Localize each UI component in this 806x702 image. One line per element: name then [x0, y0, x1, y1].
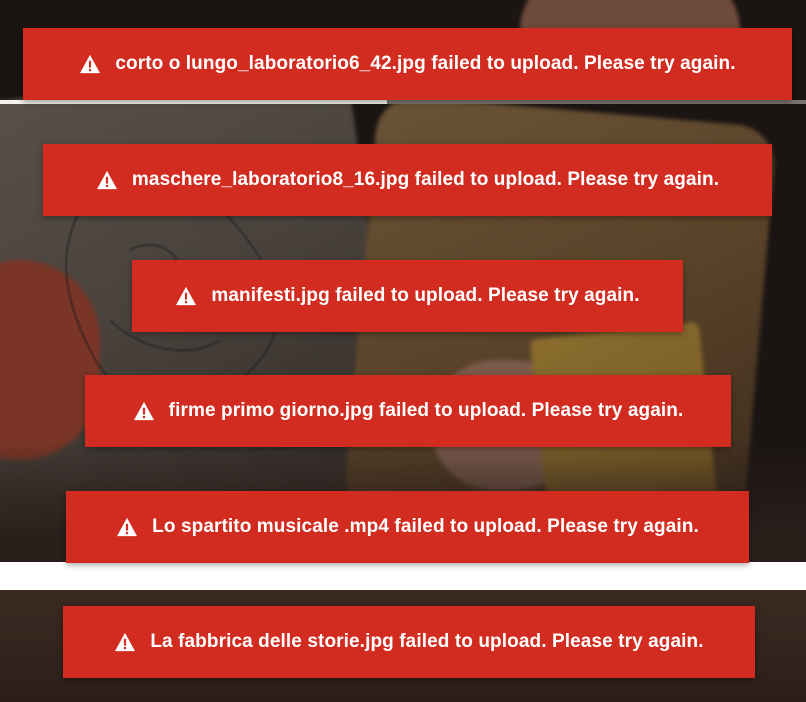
error-toast[interactable]: firme primo giorno.jpg failed to upload.… [85, 375, 731, 447]
warning-icon [115, 632, 136, 652]
warning-icon [80, 54, 101, 74]
error-toast[interactable]: corto o lungo_laboratorio6_42.jpg failed… [23, 28, 792, 100]
toast-message: corto o lungo_laboratorio6_42.jpg failed… [115, 53, 736, 74]
toast-message: Lo spartito musicale .mp4 failed to uplo… [152, 516, 699, 537]
warning-icon [176, 286, 197, 306]
warning-icon [133, 401, 154, 421]
toast-message: La fabbrica delle storie.jpg failed to u… [150, 631, 704, 652]
upload-progress-track [387, 100, 806, 104]
toast-message: firme primo giorno.jpg failed to upload.… [168, 400, 684, 421]
error-toast[interactable]: Lo spartito musicale .mp4 failed to uplo… [66, 491, 749, 563]
error-toast[interactable]: manifesti.jpg failed to upload. Please t… [132, 260, 683, 332]
upload-progress-bar [0, 100, 806, 104]
toast-message: manifesti.jpg failed to upload. Please t… [211, 285, 640, 306]
upload-progress-fill [0, 100, 387, 104]
warning-icon [117, 517, 138, 537]
toast-message: maschere_laboratorio8_16.jpg failed to u… [131, 169, 720, 190]
error-toast[interactable]: maschere_laboratorio8_16.jpg failed to u… [43, 144, 772, 216]
error-toast[interactable]: La fabbrica delle storie.jpg failed to u… [63, 606, 755, 678]
warning-icon [96, 170, 117, 190]
page-divider [0, 562, 806, 590]
